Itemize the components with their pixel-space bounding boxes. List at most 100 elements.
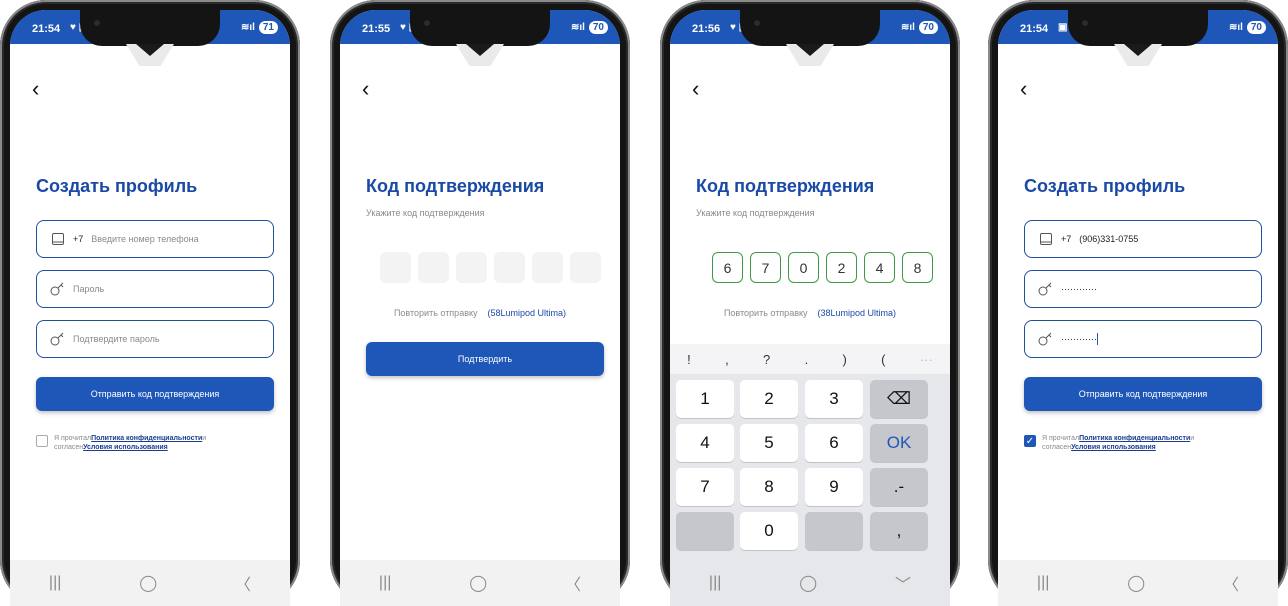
privacy-policy-link[interactable]: Политика конфиденциальности: [91, 435, 202, 442]
key-8[interactable]: 8: [740, 468, 798, 506]
send-code-button[interactable]: Отправить код подтверждения: [1024, 377, 1262, 411]
key-icon: [43, 282, 73, 296]
notch: [740, 10, 880, 46]
agreement-row: Я прочиталПолитика конфиденциальностии с…: [36, 434, 206, 452]
nav-back-icon[interactable]: 〈: [235, 571, 251, 595]
terms-link[interactable]: Условия использования: [83, 444, 168, 451]
code-digit-box[interactable]: [532, 252, 563, 283]
symbol-key[interactable]: (: [881, 352, 885, 367]
key-7[interactable]: 7: [676, 468, 734, 506]
resend-timer[interactable]: (38Lumipod Ultima): [818, 308, 897, 318]
phone-frame-4: 21:54 ▣ ♥ ≋ıl 70 ‹ Создать профиль +7 (90…: [988, 0, 1288, 606]
battery-badge: 70: [918, 21, 938, 34]
hide-keyboard-icon[interactable]: ﹀: [895, 571, 911, 595]
phone-frame-2: 21:55 ♥ ▣ ≋ıl 70 ‹ Код подтверждения Укаж…: [330, 0, 630, 606]
recent-apps-icon[interactable]: |||: [709, 574, 721, 592]
wifi-icon: ≋ıl: [900, 22, 915, 33]
system-nav-bar: ||| ◯ ﹀: [670, 560, 950, 606]
privacy-policy-link[interactable]: Политика конфиденциальности: [1079, 435, 1190, 442]
symbol-key[interactable]: ,: [725, 352, 729, 367]
key-icon: [1031, 282, 1061, 296]
phone-value: (906)331-0755: [1079, 234, 1139, 244]
code-input-row[interactable]: 6 7 0 2 4 8: [712, 252, 933, 283]
symbol-key[interactable]: ?: [763, 352, 770, 367]
confirm-button[interactable]: Подтвердить: [366, 342, 604, 376]
resend-label: Повторить отправку: [723, 308, 808, 318]
recent-apps-icon[interactable]: |||: [379, 574, 391, 592]
nav-back-icon[interactable]: 〈: [1223, 571, 1239, 595]
symbol-key[interactable]: !: [687, 352, 691, 367]
status-time: 21:56: [692, 23, 721, 35]
page-title: Создать профиль: [36, 176, 198, 196]
ok-key[interactable]: OK: [870, 424, 928, 462]
notch: [410, 10, 550, 46]
code-input-row[interactable]: [380, 252, 601, 283]
text-cursor: [1096, 333, 1098, 345]
country-code: +7: [73, 234, 84, 244]
send-code-button[interactable]: Отправить код подтверждения: [36, 377, 274, 411]
code-digit-box[interactable]: 7: [750, 252, 781, 283]
code-digit-box[interactable]: [494, 252, 525, 283]
more-symbols-key[interactable]: ···: [920, 352, 933, 367]
notch: [80, 10, 220, 46]
back-arrow-icon[interactable]: ‹: [692, 76, 699, 102]
confirm-password-input[interactable]: Подтвердите пароль: [36, 320, 274, 358]
phone-frame-1: 21:54 ♥ ▣ ≋ıl 71 ‹ Создать профиль +7 Вве…: [0, 0, 300, 606]
home-icon[interactable]: ◯: [139, 573, 157, 593]
status-time: 21:55: [362, 23, 391, 35]
confirm-password-input[interactable]: ············: [1024, 320, 1262, 358]
resend-timer[interactable]: (58Lumipod Ultima): [488, 308, 567, 318]
notch: [1068, 10, 1208, 46]
code-digit-box[interactable]: 0: [788, 252, 819, 283]
agree-checkbox[interactable]: [36, 435, 48, 447]
resend-row: Повторить отправку (58Lumipod Ultima): [340, 308, 620, 318]
recent-apps-icon[interactable]: |||: [1037, 574, 1049, 592]
page-title: Код подтверждения: [366, 176, 545, 196]
key-3[interactable]: 3: [805, 380, 863, 418]
phone-frame-3: 21:56 ♥ ▣ ≋ıl 70 ‹ Код подтверждения Укаж…: [660, 0, 960, 606]
home-icon[interactable]: ◯: [799, 573, 817, 593]
symbol-key[interactable]: .: [805, 352, 809, 367]
recent-apps-icon[interactable]: |||: [49, 574, 61, 592]
wifi-icon: ≋ıl: [1228, 22, 1243, 33]
code-digit-box[interactable]: 6: [712, 252, 743, 283]
key-6[interactable]: 6: [805, 424, 863, 462]
system-nav-bar: ||| ◯ 〈: [340, 560, 620, 606]
back-arrow-icon[interactable]: ‹: [362, 76, 369, 102]
password-input[interactable]: Пароль: [36, 270, 274, 308]
back-arrow-icon[interactable]: ‹: [1020, 76, 1027, 102]
code-digit-box[interactable]: 2: [826, 252, 857, 283]
terms-link[interactable]: Условия использования: [1071, 444, 1156, 451]
camera-icon: [424, 20, 430, 26]
dot-minus-key[interactable]: .-: [870, 468, 928, 506]
key-9[interactable]: 9: [805, 468, 863, 506]
resend-row: Повторить отправку (38Lumipod Ultima): [670, 308, 950, 318]
system-nav-bar: ||| ◯ 〈: [998, 560, 1278, 606]
key-5[interactable]: 5: [740, 424, 798, 462]
phone-input[interactable]: +7 (906)331-0755: [1024, 220, 1262, 258]
nav-back-icon[interactable]: 〈: [565, 571, 581, 595]
comma-key[interactable]: ,: [870, 512, 928, 550]
home-icon[interactable]: ◯: [469, 573, 487, 593]
home-icon[interactable]: ◯: [1127, 573, 1145, 593]
code-digit-box[interactable]: [418, 252, 449, 283]
key-4[interactable]: 4: [676, 424, 734, 462]
system-nav-bar: ||| ◯ 〈: [10, 560, 290, 606]
phone-input[interactable]: +7 Введите номер телефона: [36, 220, 274, 258]
symbol-key[interactable]: ): [843, 352, 847, 367]
back-arrow-icon[interactable]: ‹: [32, 76, 39, 102]
code-digit-box[interactable]: [380, 252, 411, 283]
key-2[interactable]: 2: [740, 380, 798, 418]
code-digit-box[interactable]: [570, 252, 601, 283]
key-0[interactable]: 0: [740, 512, 798, 550]
code-digit-box[interactable]: [456, 252, 487, 283]
empty-key: [805, 512, 863, 550]
agree-checkbox[interactable]: ✓: [1024, 435, 1036, 447]
password-input[interactable]: ············: [1024, 270, 1262, 308]
dropdown-indicator-icon: [136, 44, 164, 56]
key-1[interactable]: 1: [676, 380, 734, 418]
backspace-key[interactable]: ⌫: [870, 380, 928, 418]
code-digit-box[interactable]: 4: [864, 252, 895, 283]
resend-label: Повторить отправку: [393, 308, 478, 318]
code-digit-box[interactable]: 8: [902, 252, 933, 283]
